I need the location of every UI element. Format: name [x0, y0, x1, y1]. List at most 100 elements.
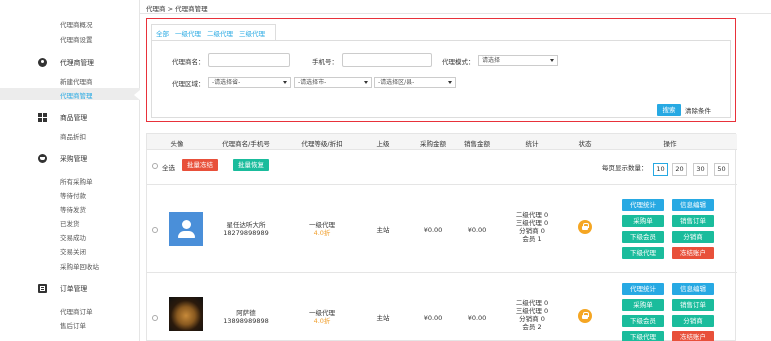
sidebar-item-agent-manage[interactable]: 代理商管理: [60, 90, 93, 100]
agent-level: 一级代理: [309, 309, 335, 317]
sidebar-item-agent-overview[interactable]: 代理商概况: [60, 19, 93, 29]
sidebar-item-agent-orders[interactable]: 代理商订单: [60, 306, 93, 316]
cart-icon: [38, 153, 47, 163]
tab-level-1[interactable]: 一级代理: [175, 28, 201, 38]
batch-freeze-button[interactable]: 批量冻结: [182, 159, 218, 171]
stat-members: 会员 1: [522, 235, 542, 243]
mode-label: 代理模式：: [442, 58, 475, 66]
sales-orders-button[interactable]: 销售订单: [672, 215, 714, 227]
agent-stats-button[interactable]: 代理统计: [622, 199, 664, 211]
mode-select[interactable]: 请选择: [478, 55, 558, 66]
agent-name[interactable]: 阿萨德: [236, 309, 256, 317]
page-size-50[interactable]: 50: [714, 163, 729, 176]
sidebar-item-shipped[interactable]: 已发货: [60, 218, 80, 228]
city-select[interactable]: -请选择市-: [294, 77, 372, 88]
stat-members: 会员 2: [522, 323, 542, 331]
sidebar-item-pending-payment[interactable]: 等待付款: [60, 190, 86, 200]
chevron-down-icon: [550, 59, 554, 62]
page-size-30[interactable]: 30: [693, 163, 708, 176]
sub-agents-button[interactable]: 下级代理: [622, 247, 664, 259]
agent-parent: 主站: [376, 314, 390, 322]
tab-level-2[interactable]: 二级代理: [207, 28, 233, 38]
sales-amount: ¥0.00: [467, 226, 487, 234]
sidebar-item-purchase-recycle[interactable]: 采购单回收站: [60, 261, 99, 271]
table-row: 阿萨德 13898989898 一级代理 4.0折 主站 ¥0.00 ¥0.00…: [147, 272, 737, 341]
agent-level: 一级代理: [309, 221, 335, 229]
sidebar: 代理商概况 代理商设置 代理商管理 新建代理商 代理商管理 商品管理 商品折扣 …: [0, 0, 140, 341]
lock-icon[interactable]: [578, 309, 592, 323]
col-stats: 统计: [525, 140, 539, 148]
tab-level-3[interactable]: 三级代理: [239, 28, 265, 38]
agent-stats-button[interactable]: 代理统计: [622, 283, 664, 295]
batch-restore-button[interactable]: 批量恢复: [233, 159, 269, 171]
sidebar-section-purchase-manage[interactable]: 采购管理: [38, 152, 138, 164]
col-purchase-amount: 采购金额: [420, 140, 446, 148]
district-select[interactable]: -请选择区/县-: [374, 77, 456, 88]
search-button[interactable]: 搜索: [657, 104, 681, 116]
edit-info-button[interactable]: 信息编辑: [672, 283, 714, 295]
row-checkbox[interactable]: [152, 315, 158, 321]
purchase-orders-button[interactable]: 采购单: [622, 215, 664, 227]
sidebar-item-new-agent[interactable]: 新建代理商: [60, 76, 93, 86]
stat-level-2: 二级代理 0: [515, 299, 549, 307]
distributors-button[interactable]: 分销商: [672, 231, 714, 243]
sidebar-section-agent-manage[interactable]: 代理商管理: [38, 56, 138, 68]
agent-phone: 13898989898: [223, 317, 269, 325]
stat-level-2: 二级代理 0: [515, 211, 549, 219]
select-all-checkbox[interactable]: [152, 163, 158, 169]
page-size-10[interactable]: 10: [653, 163, 668, 176]
stat-level-3: 三级代理 0: [515, 307, 549, 315]
table-toolbar: 全选 批量冻结 批量恢复 每页显示数量：: [147, 151, 737, 172]
region-label: 代理区域：: [172, 80, 205, 88]
province-select[interactable]: -请选择省-: [208, 77, 291, 88]
table-row: 星任达听大所 18279898989 一级代理 4.0折 主站 ¥0.00 ¥0…: [147, 184, 737, 272]
sales-orders-button[interactable]: 销售订单: [672, 299, 714, 311]
sub-members-button[interactable]: 下级会员: [622, 231, 664, 243]
sub-members-button[interactable]: 下级会员: [622, 315, 664, 327]
agent-name[interactable]: 星任达听大所: [227, 221, 266, 229]
sidebar-item-agent-settings[interactable]: 代理商设置: [60, 34, 93, 44]
col-actions: 操作: [663, 140, 677, 148]
page-size-20[interactable]: 20: [672, 163, 687, 176]
freeze-account-button[interactable]: 冻结账户: [672, 331, 714, 341]
col-sales-amount: 销售金额: [464, 140, 490, 148]
sidebar-section-product-manage[interactable]: 商品管理: [38, 111, 138, 123]
sidebar-item-all-purchase[interactable]: 所有采购单: [60, 176, 93, 186]
sidebar-section-order-manage[interactable]: 订单管理: [38, 282, 138, 294]
agent-parent: 主站: [376, 226, 390, 234]
edit-info-button[interactable]: 信息编辑: [672, 199, 714, 211]
col-parent: 上级: [376, 140, 390, 148]
sidebar-item-trade-closed[interactable]: 交易关闭: [60, 246, 86, 256]
page-size-label: 每页显示数量：: [602, 164, 648, 172]
avatar: [169, 212, 203, 246]
phone-input[interactable]: [342, 53, 432, 67]
level-tabs: 全部 一级代理 二级代理 三级代理: [151, 24, 276, 40]
sidebar-item-pending-shipment[interactable]: 等待发货: [60, 204, 86, 214]
tab-all[interactable]: 全部: [156, 28, 169, 38]
col-avatar: 头像: [170, 140, 184, 148]
stat-distributors: 分销商 0: [519, 315, 545, 323]
distributors-button[interactable]: 分销商: [672, 315, 714, 327]
agent-name-input[interactable]: [208, 53, 290, 67]
col-name-phone: 代理商名/手机号: [222, 140, 270, 148]
sidebar-item-product-discount[interactable]: 商品折扣: [60, 131, 86, 141]
clear-filters-link[interactable]: 清除条件: [685, 105, 711, 115]
sidebar-item-trade-success[interactable]: 交易成功: [60, 232, 86, 242]
row-checkbox[interactable]: [152, 227, 158, 233]
sales-amount: ¥0.00: [467, 314, 487, 322]
agent-phone: 18279898989: [223, 229, 269, 237]
agent-discount: 4.0折: [313, 317, 331, 325]
sidebar-item-after-sale[interactable]: 售后订单: [60, 320, 86, 330]
lock-icon[interactable]: [578, 220, 592, 234]
sub-agents-button[interactable]: 下级代理: [622, 331, 664, 341]
select-all-label: 全选: [162, 164, 175, 172]
col-status: 状态: [578, 140, 592, 148]
freeze-account-button[interactable]: 冻结账户: [672, 247, 714, 259]
stat-distributors: 分销商 0: [519, 227, 545, 235]
purchase-orders-button[interactable]: 采购单: [622, 299, 664, 311]
filter-form: 代理商名： 手机号： 代理模式： 请选择 代理区域： -请选择省- -请选择市-…: [151, 40, 731, 118]
filter-panel: 全部 一级代理 二级代理 三级代理 代理商名： 手机号： 代理模式： 请选择 代…: [146, 18, 736, 122]
purchase-amount: ¥0.00: [423, 314, 443, 322]
user-icon: [38, 57, 47, 67]
active-caret: [134, 90, 140, 100]
